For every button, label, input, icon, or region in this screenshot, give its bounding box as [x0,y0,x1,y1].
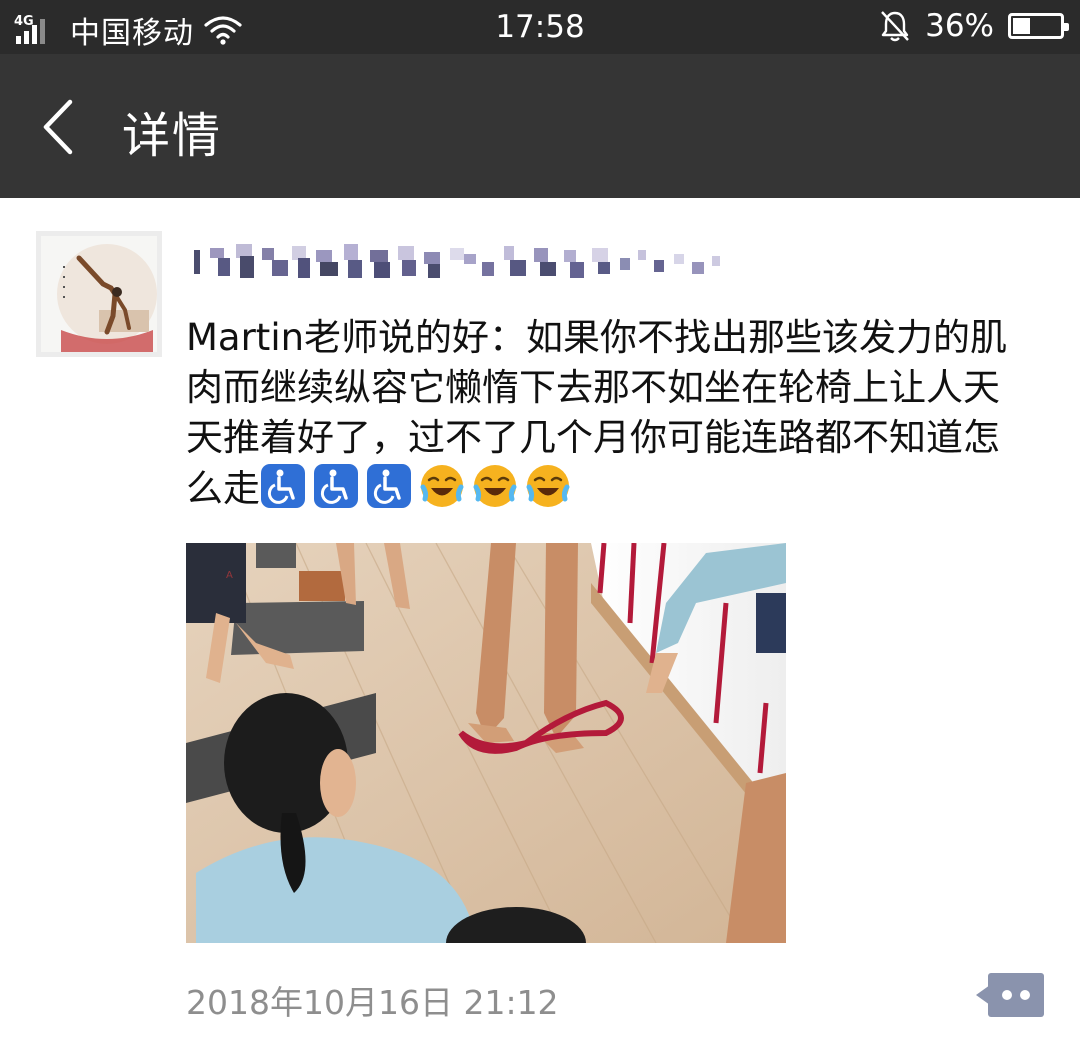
laugh-cry-emoji [526,465,570,507]
post-text: Martin老师说的好：如果你不找出那些该发力的肌肉而继续纵容它懒惰下去那不如坐… [186,313,1036,514]
comment-dots-button[interactable] [976,971,1044,1019]
svg-text:A: A [226,570,233,581]
wheelchair-emoji [367,464,411,508]
battery-icon [1008,13,1069,39]
moment-detail: Martin老师说的好：如果你不找出那些该发力的肌肉而继续纵容它懒惰下去那不如坐… [0,198,1080,1058]
avatar[interactable] [36,231,162,357]
comment-dots-icon [976,973,1044,1017]
wheelchair-emoji [314,464,358,508]
post-timestamp: 2018年10月16日 21:12 [186,983,559,1022]
bell-muted-icon [881,11,909,42]
back-button[interactable] [30,92,90,162]
avatar-image [41,236,157,352]
battery-percent: 36% [925,8,994,44]
laugh-cry-emoji [473,465,517,507]
status-bar: 4G 中国移动 17:58 36% [0,0,1080,54]
battery-fill [1013,18,1030,34]
post-text-body: Martin老师说的好：如果你不找出那些该发力的肌肉而继续纵容它懒惰下去那不如坐… [186,316,1008,510]
status-right: 36% [879,8,1069,44]
wheelchair-emoji [261,464,305,508]
chevron-left-icon [43,99,73,155]
post-photo[interactable]: A [186,543,786,943]
page-title: 详情 [122,108,223,164]
laugh-cry-emoji [420,465,464,507]
title-bar: 详情 [0,54,1080,198]
username-blurred[interactable] [188,236,733,288]
